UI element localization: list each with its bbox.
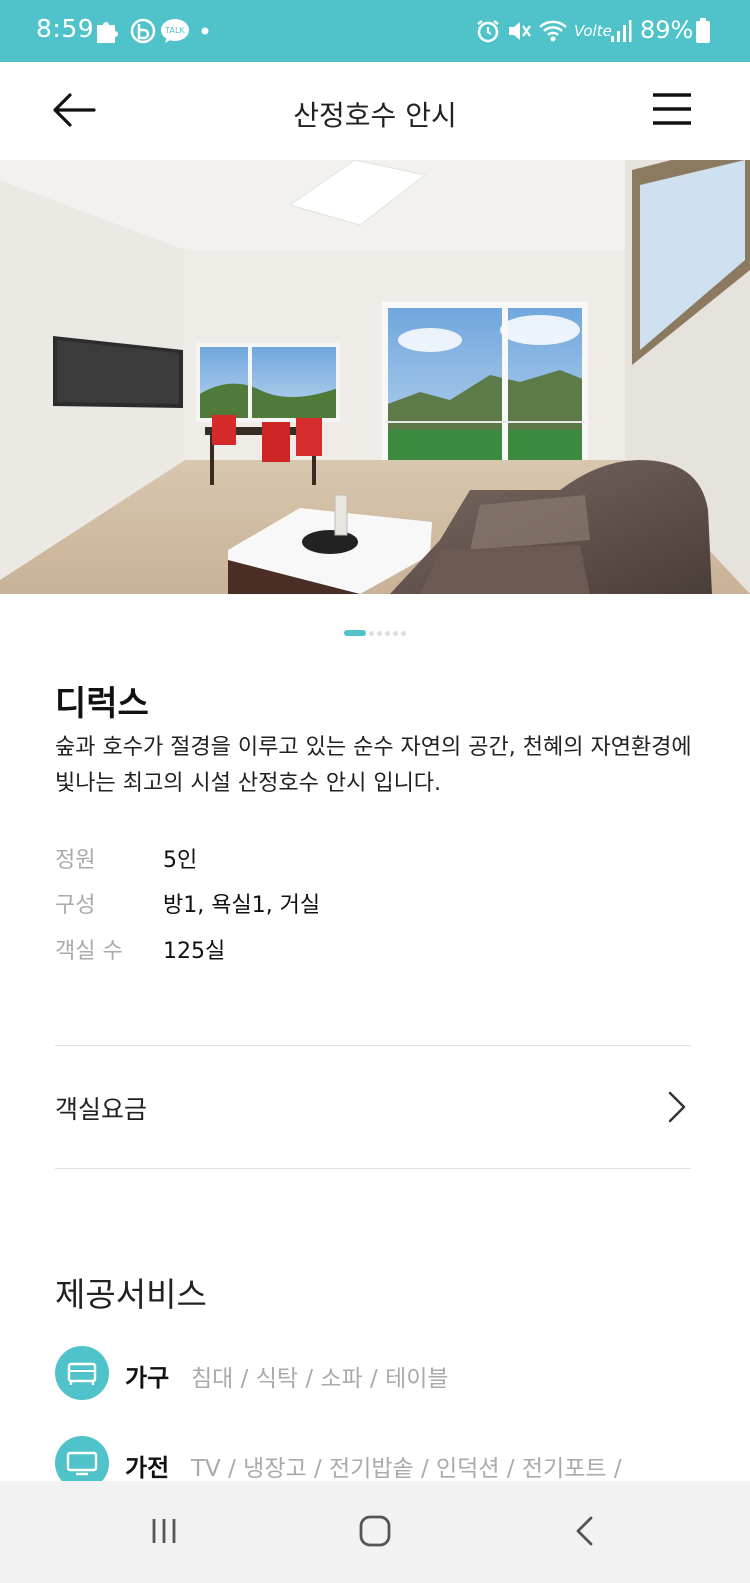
nav-back-icon[interactable] (555, 1509, 615, 1553)
dot-icon (201, 18, 209, 44)
system-navigation-bar (0, 1481, 750, 1583)
services-title: 제공서비스 (55, 1275, 207, 1314)
spec-value: 5인 (163, 848, 198, 873)
status-time: 8:59 (36, 14, 95, 43)
wifi-icon (538, 18, 568, 44)
hamburger-menu-icon[interactable] (652, 92, 692, 126)
pager-dot[interactable] (369, 630, 374, 636)
battery-percent: 89% (640, 16, 694, 44)
room-photo (0, 160, 750, 594)
room-description: 숲과 호수가 절경을 이루고 있는 순수 자연의 공간, 천혜의 자연환경에 빛… (55, 735, 692, 796)
service-row-furniture: 가구 침대 / 식탁 / 소파 / 테이블 (55, 1346, 735, 1402)
puzzle-icon (94, 18, 122, 44)
volte-icon: Volte (574, 22, 612, 40)
room-rates-row[interactable]: 객실요금 (55, 1046, 691, 1168)
recent-apps-icon[interactable] (134, 1509, 194, 1553)
spec-value: 방1, 욕실1, 거실 (163, 893, 321, 918)
b-app-icon (130, 18, 156, 44)
spec-value: 125실 (163, 939, 226, 964)
room-name: 디럭스 (55, 684, 149, 724)
chevron-right-icon (667, 1090, 687, 1124)
room-rates-label: 객실요금 (55, 1095, 148, 1124)
spec-label: 정원 (55, 848, 96, 873)
svg-text:TALK: TALK (164, 26, 185, 35)
page-title: 산정호수 안시 (293, 99, 457, 132)
home-icon[interactable] (345, 1509, 405, 1553)
room-photo-carousel[interactable] (0, 160, 750, 594)
service-category: 가전 (125, 1454, 170, 1482)
service-items: 침대 / 식탁 / 소파 / 테이블 (191, 1366, 449, 1392)
spec-label: 객실 수 (55, 939, 123, 964)
talk-icon: TALK (160, 18, 190, 44)
bed-icon (55, 1346, 109, 1400)
pager-dot[interactable] (401, 630, 406, 636)
pager-dot[interactable] (377, 630, 382, 636)
divider (55, 1168, 691, 1169)
spec-label: 구성 (55, 893, 96, 918)
service-category: 가구 (125, 1364, 170, 1392)
pager-dot-active[interactable] (344, 630, 366, 636)
signal-icon (610, 18, 632, 44)
app-header: 산정호수 안시 (0, 62, 750, 160)
battery-icon (696, 18, 710, 44)
service-items: TV / 냉장고 / 전기밥솥 / 인덕션 / 전기포트 / (191, 1456, 622, 1482)
alarm-icon (475, 18, 501, 44)
pager-dot[interactable] (393, 630, 398, 636)
status-bar: 8:59 TALK Volte 89% (0, 0, 750, 62)
mute-icon (506, 18, 532, 44)
pager-dot[interactable] (385, 630, 390, 636)
carousel-pager[interactable] (0, 630, 750, 636)
